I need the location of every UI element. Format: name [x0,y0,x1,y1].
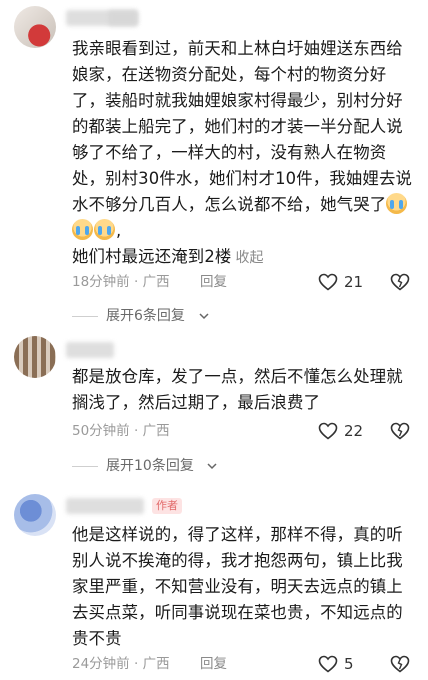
comment-text: 都是放仓库，发了一点，然后不懂怎么处理就搁浅了，然后过期了，最后浪费了 [72,364,418,416]
expand-replies-label: 展开6条回复 [106,308,185,324]
username[interactable] [66,342,114,358]
comment-text: 他是这样说的，得了这样，那样不得，真的听别人说不挨淹的得，我才抱怨两句，镇上比我… [72,522,418,652]
author-badge: 作者 [152,498,182,514]
like-icon[interactable] [318,655,338,673]
separator: · [133,423,139,439]
comment-thread: 我亲眼看到过，前天和上林白圩妯娌送东西给娘家，在送物资分配处，每个村的物资分好了… [0,0,428,680]
comment-text-tail: 她们村最远还淹到2楼 [72,247,232,266]
crying-emoji [386,193,408,214]
avatar[interactable] [14,494,56,536]
expand-replies-label: 展开10条回复 [106,458,194,474]
separator: · [133,656,139,672]
avatar[interactable] [14,336,56,378]
like-count: 5 [344,655,354,673]
dislike-icon[interactable] [390,422,410,440]
separator: · [133,274,139,290]
dislike-icon[interactable] [390,655,410,673]
expand-replies-button[interactable]: 展开6条回复 [72,306,272,326]
comment-text: 我亲眼看到过，前天和上林白圩妯娌送东西给娘家，在送物资分配处，每个村的物资分好了… [72,39,413,266]
comment-text-main: 他是这样说的，得了这样，那样不得，真的听别人说不挨淹的得，我才抱怨两句，镇上比我… [72,525,403,648]
comment-text-main: 都是放仓库，发了一点，然后不懂怎么处理就搁浅了，然后过期了，最后浪费了 [72,367,403,412]
comment-meta: 18分钟前 · 广西 回复 21 [72,272,412,292]
dislike-icon[interactable] [390,273,410,291]
divider [72,316,98,317]
avatar[interactable] [14,6,56,48]
chevron-down-icon [199,313,209,320]
expand-replies-button[interactable]: 展开10条回复 [72,456,272,476]
timestamp: 18分钟前 [72,274,130,290]
comment-meta: 24分钟前 · 广西 回复 5 [72,654,412,674]
like-count: 22 [344,422,364,440]
username[interactable] [66,498,144,514]
timestamp: 50分钟前 [72,423,130,439]
location: 广西 [142,423,170,439]
timestamp: 24分钟前 [72,656,130,672]
like-icon[interactable] [318,273,338,291]
username[interactable] [108,10,138,26]
like-icon[interactable] [318,422,338,440]
comment-text-main: 我亲眼看到过，前天和上林白圩妯娌送东西给娘家，在送物资分配处，每个村的物资分好了… [72,39,413,214]
collapse-button[interactable]: 收起 [235,250,263,266]
comment-meta: 50分钟前 · 广西 22 [72,421,412,441]
location: 广西 [142,656,170,672]
reply-button[interactable]: 回复 [200,654,227,674]
location: 广西 [142,274,170,290]
divider [72,466,98,467]
crying-emoji [72,219,93,240]
chevron-down-icon [207,463,217,470]
like-count: 21 [344,273,364,291]
reply-button[interactable]: 回复 [200,272,227,292]
crying-emoji [94,219,115,240]
